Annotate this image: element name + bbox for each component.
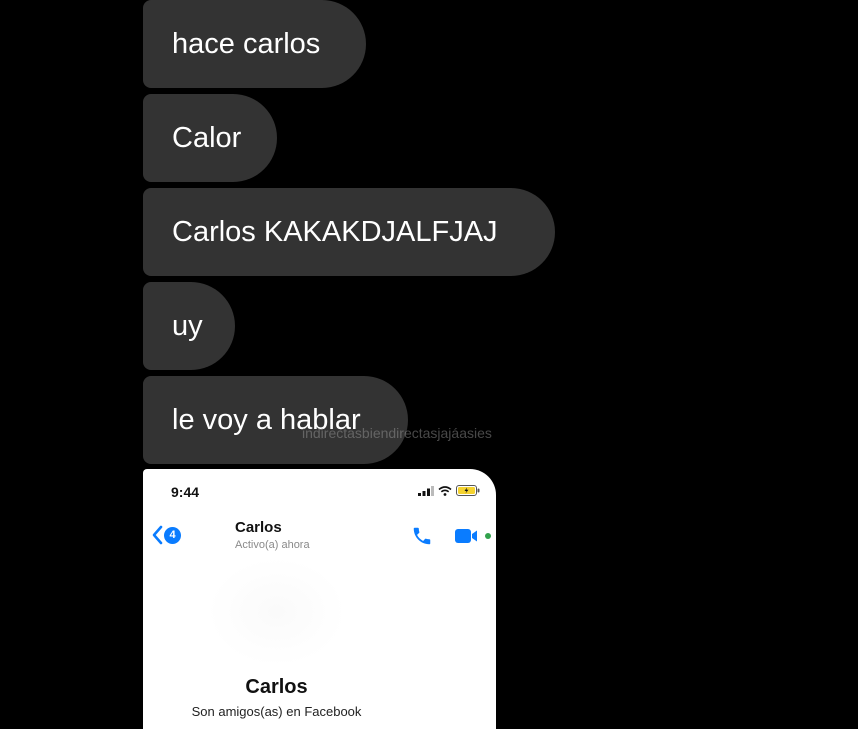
message-bubble: le voy a hablar (143, 376, 408, 464)
message-text: Carlos KAKAKDJALFJAJ (172, 216, 498, 248)
battery-icon (456, 485, 480, 496)
wifi-icon (438, 485, 452, 496)
unread-badge: 4 (164, 526, 181, 544)
back-button[interactable]: 4 (151, 525, 181, 545)
status-icons (418, 485, 480, 496)
phone-call-icon[interactable] (411, 525, 433, 547)
video-call-icon[interactable] (455, 528, 481, 544)
message-bubble: hace carlos (143, 0, 366, 88)
watermark: indirectasbiendirectasjajáasies (302, 425, 492, 441)
contact-name[interactable]: Carlos (235, 519, 282, 536)
contact-status: Activo(a) ahora (235, 539, 310, 551)
profile-avatar (207, 557, 347, 667)
message-bubble: Carlos KAKAKDJALFJAJ (143, 188, 555, 276)
shared-screenshot-image[interactable]: 9:44 4 Carlos Activo(a) ahora Carlos Son… (143, 469, 496, 729)
profile-name: Carlos (245, 676, 308, 698)
profile-subtitle: Son amigos(as) en Facebook (191, 704, 362, 719)
chevron-left-icon (152, 525, 163, 545)
message-text: uy (172, 310, 203, 342)
message-bubble: uy (143, 282, 235, 370)
signal-icon (418, 485, 434, 496)
message-text: hace carlos (172, 28, 321, 60)
status-time: 9:44 (171, 484, 200, 500)
online-dot (485, 533, 491, 539)
message-bubble: Calor (143, 94, 277, 182)
message-text: Calor (172, 122, 242, 154)
